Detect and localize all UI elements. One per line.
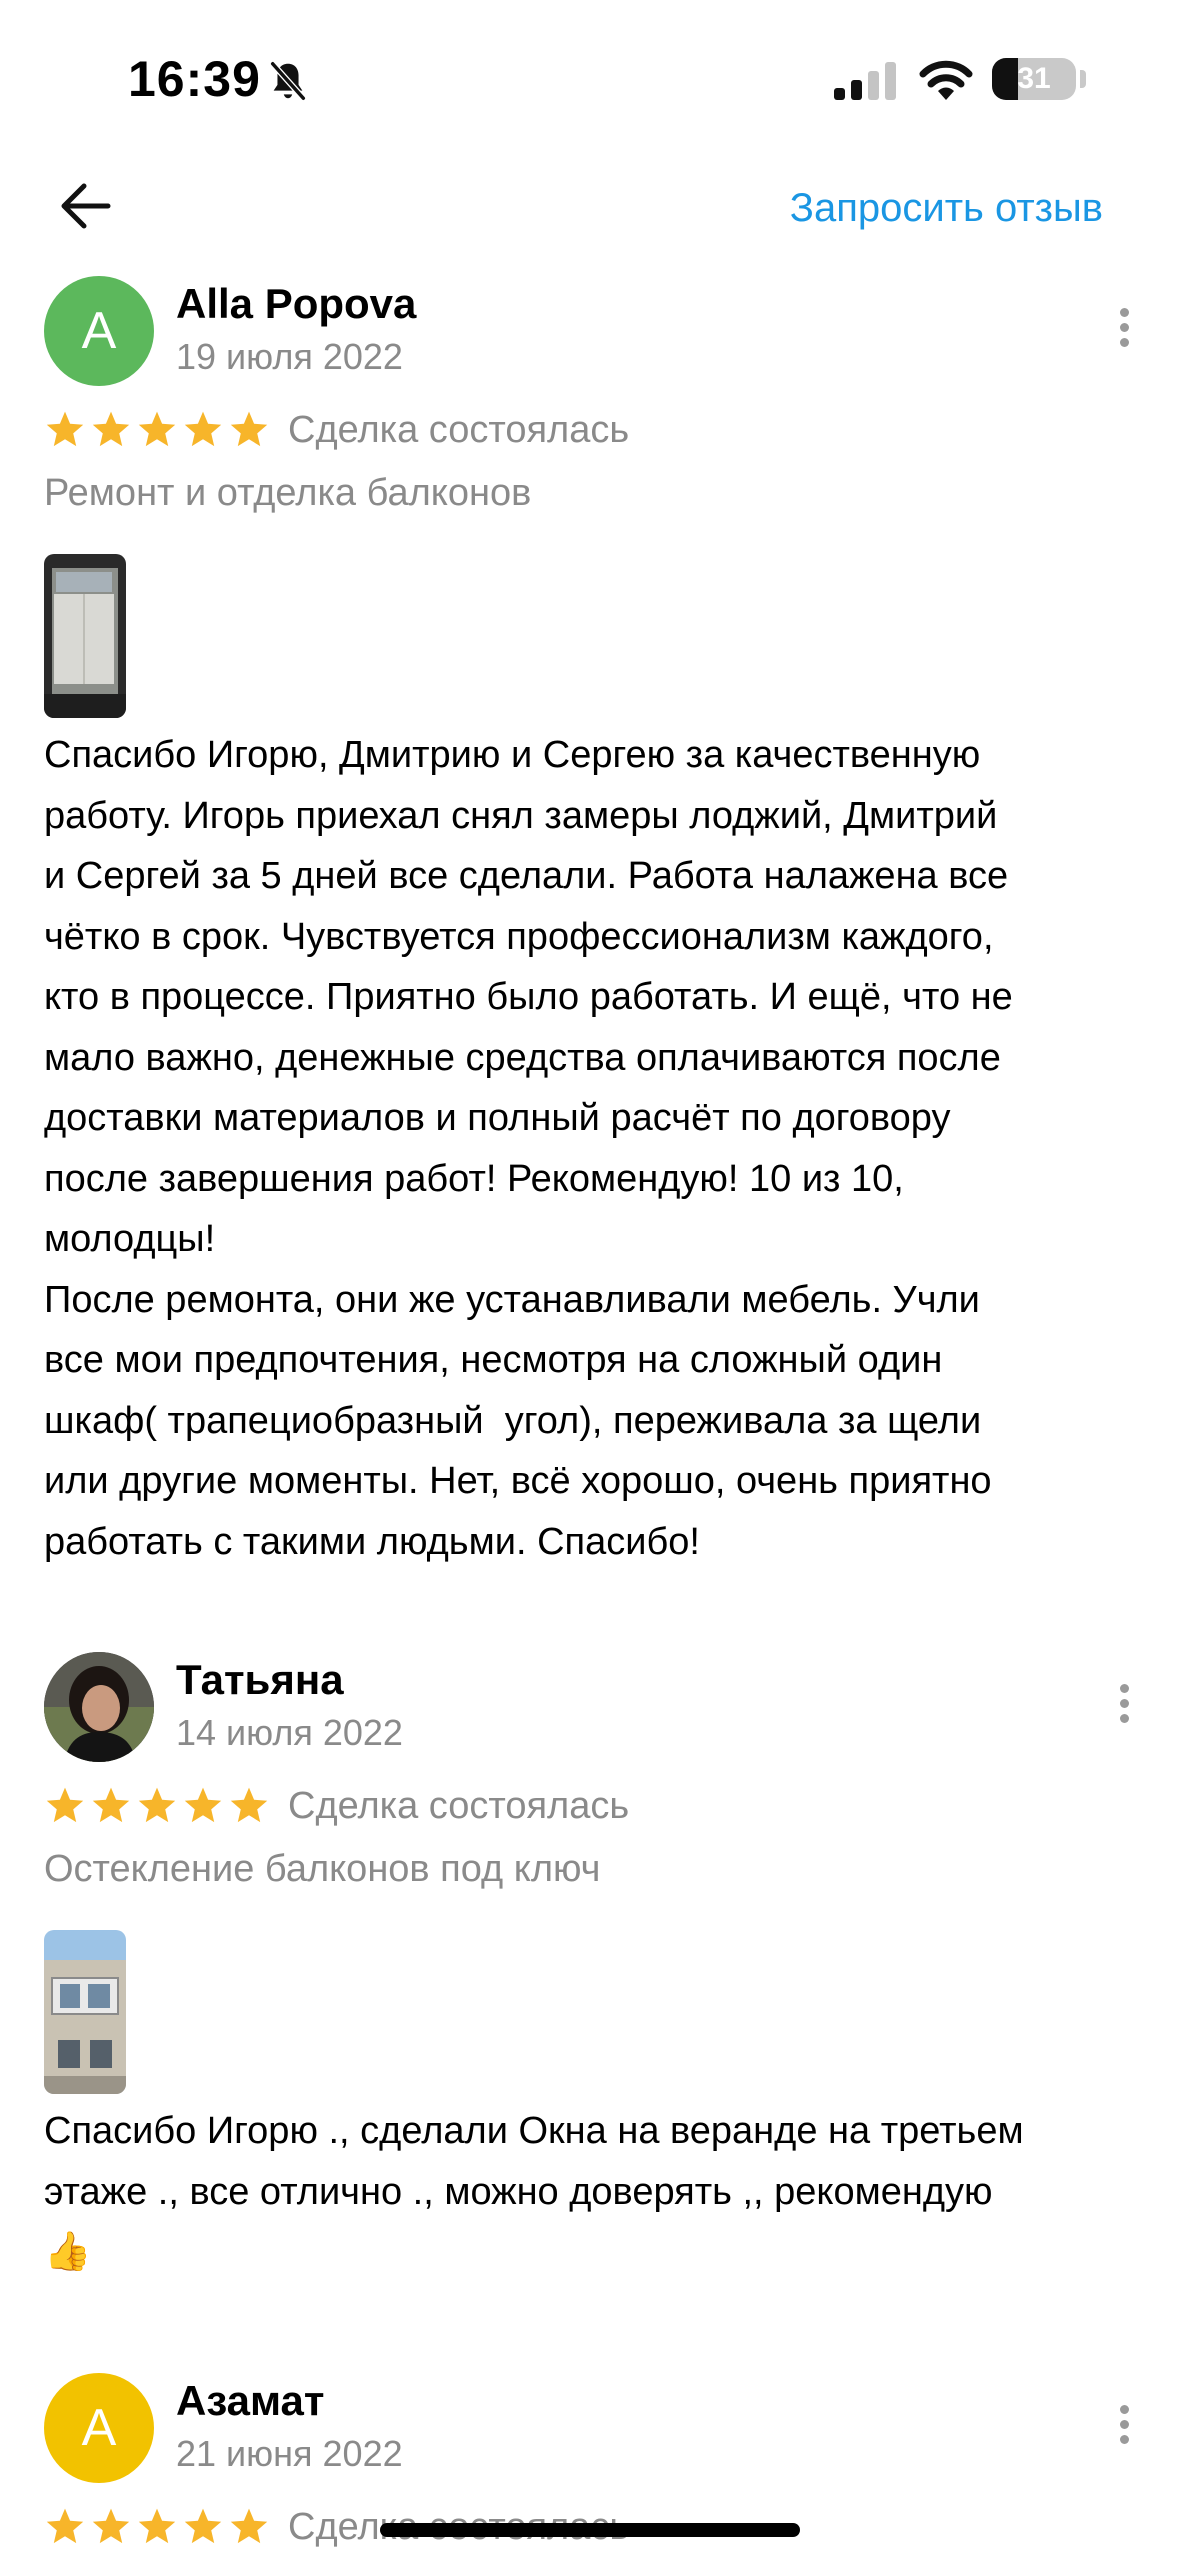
star-icon (184, 1787, 222, 1823)
home-indicator[interactable] (380, 2523, 800, 2537)
avatar[interactable]: A (44, 276, 154, 386)
cellular-signal-icon (834, 62, 896, 100)
star-icon (46, 2508, 84, 2544)
review-author: Alla Popova (176, 280, 417, 327)
star-rating (44, 1785, 274, 1827)
star-icon (138, 411, 176, 447)
rating-row: Сделка состоялась (44, 1780, 629, 1832)
star-icon (92, 411, 130, 447)
review-photo[interactable] (44, 1930, 126, 2094)
status-time: 16:39 (128, 51, 261, 107)
service-name: Остекление балконов под ключ (44, 1848, 601, 1890)
review-author: Татьяна (176, 1656, 344, 1703)
star-icon (46, 411, 84, 447)
review-card: Татьяна 14 июля 2022 Сделка состоялась О… (44, 1652, 1144, 2302)
star-icon (230, 2508, 268, 2544)
more-options-icon[interactable] (1104, 2399, 1144, 2459)
star-icon (46, 1787, 84, 1823)
star-icon (138, 2508, 176, 2544)
review-photo[interactable] (44, 554, 126, 718)
review-date: 14 июля 2022 (176, 1712, 403, 1753)
more-options-icon[interactable] (1104, 1678, 1144, 1738)
battery-percent: 31 (1017, 62, 1051, 95)
star-rating (44, 2506, 274, 2548)
star-icon (184, 411, 222, 447)
avatar[interactable]: А (44, 2373, 154, 2483)
star-icon (138, 1787, 176, 1823)
review-date: 21 июня 2022 (176, 2433, 403, 2474)
star-icon (230, 411, 268, 447)
star-rating (44, 409, 274, 451)
back-arrow-icon[interactable] (56, 178, 116, 234)
rating-row: Сделка состоялась (44, 404, 629, 456)
review-text: Спасибо Игорю ., сделали Окна на веранде… (44, 2110, 1024, 2273)
reviews-screen: 16:39 31 Запросить отзыв A Alla Popova 1… (0, 0, 1181, 2560)
review-text: Спасибо Игорю, Дмитрию и Сергею за качес… (44, 734, 1013, 1563)
star-icon (92, 1787, 130, 1823)
deal-status: Сделка состоялась (288, 1784, 630, 1827)
star-icon (92, 2508, 130, 2544)
avatar[interactable] (44, 1652, 154, 1762)
service-name: Ремонт и отделка балконов (44, 472, 532, 514)
battery-tip (1080, 70, 1086, 88)
more-options-icon[interactable] (1104, 302, 1144, 362)
review-card: A Alla Popova 19 июля 2022 Сделка состоя… (44, 276, 1144, 1576)
review-date: 19 июля 2022 (176, 336, 403, 377)
bell-off-icon (269, 60, 307, 102)
battery-icon: 31 (992, 58, 1076, 100)
request-review-link[interactable]: Запросить отзыв (790, 186, 1103, 231)
star-icon (184, 2508, 222, 2544)
wifi-icon (919, 60, 973, 100)
review-author: Азамат (176, 2377, 325, 2424)
status-bar: 16:39 31 (0, 0, 1181, 150)
deal-status: Сделка состоялась (288, 408, 630, 451)
star-icon (230, 1787, 268, 1823)
